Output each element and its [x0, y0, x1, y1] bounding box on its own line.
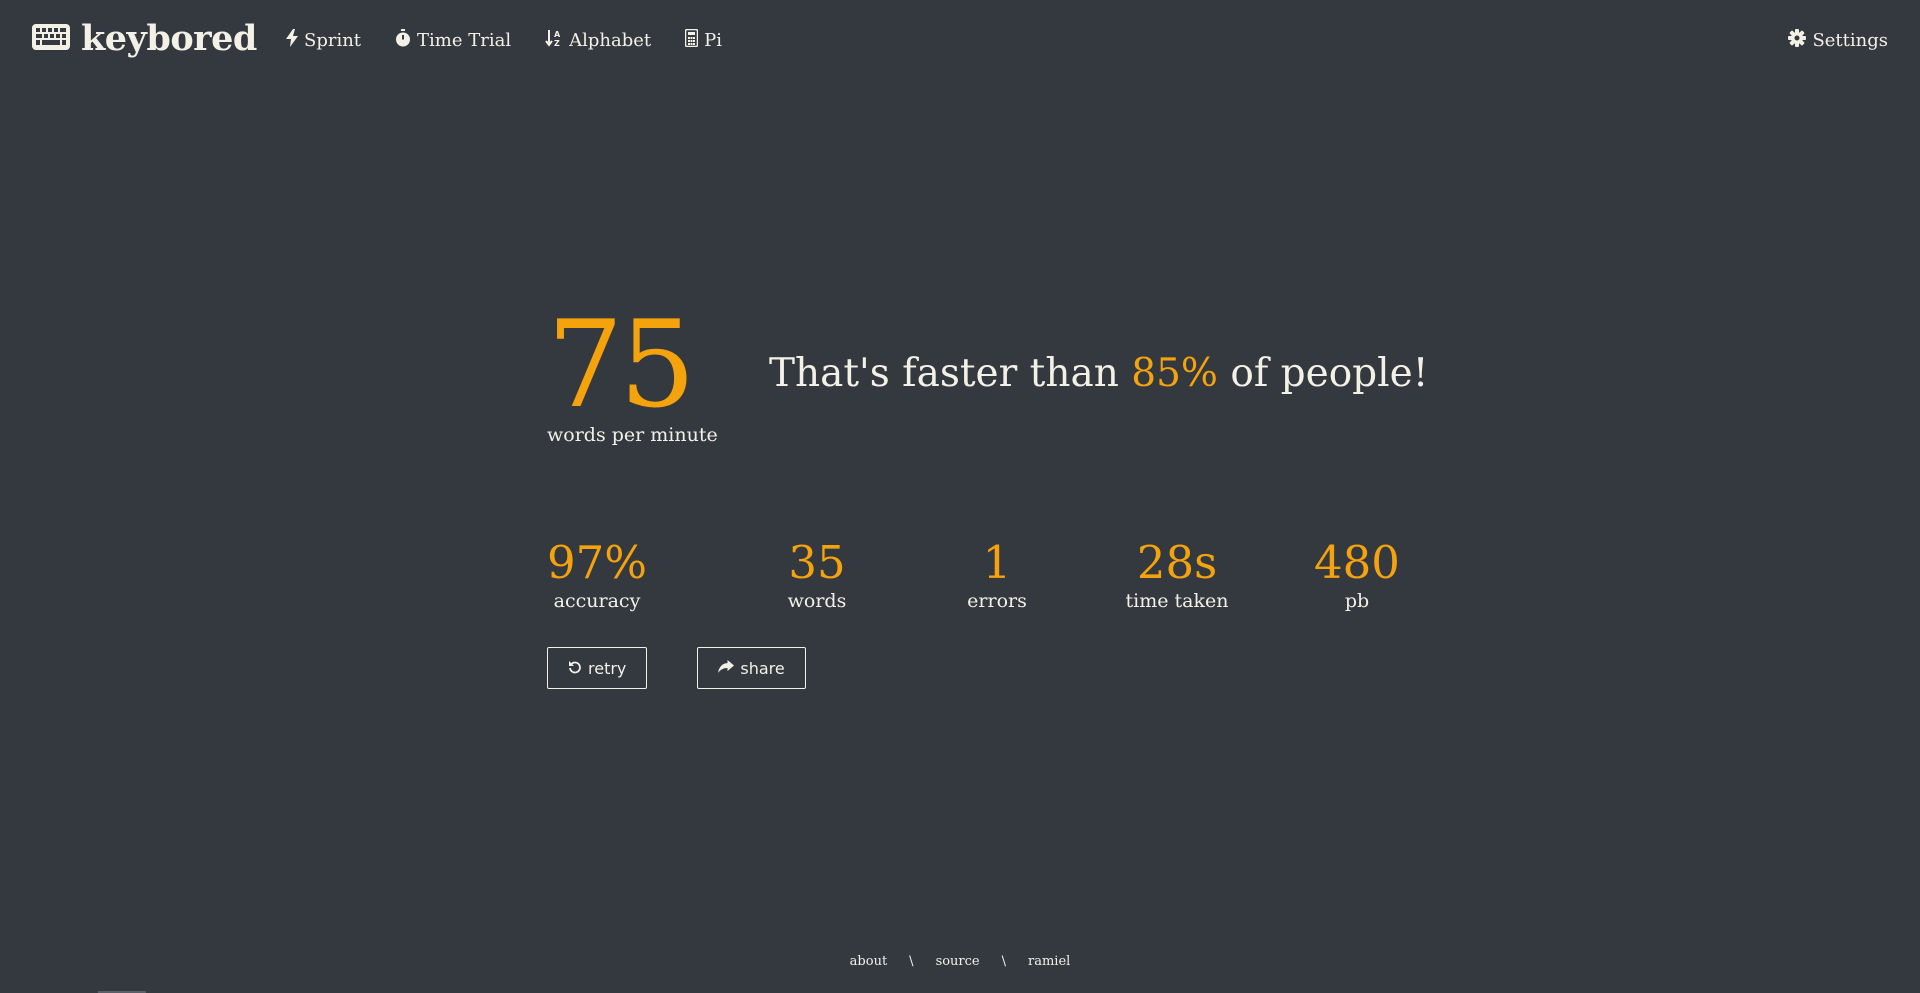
footer-link-about[interactable]: about: [850, 954, 888, 969]
stat-pb: 480 pb: [1267, 536, 1447, 612]
nav-item-label: Alphabet: [569, 30, 652, 51]
footer: about \ source \ ramiel: [0, 954, 1920, 969]
nav-item-label: Sprint: [304, 30, 362, 51]
bolt-icon: [286, 29, 298, 52]
wpm-block: 75 words per minute: [547, 296, 718, 447]
stat-label: pb: [1344, 590, 1370, 612]
footer-link-ramiel[interactable]: ramiel: [1028, 954, 1070, 969]
stat-accuracy: 97% accuracy: [547, 536, 647, 612]
percentile-message: That's faster than 85% of people!: [769, 351, 1428, 396]
stat-errors: 1 errors: [907, 536, 1087, 612]
settings-label: Settings: [1812, 30, 1888, 51]
percentile-suffix: of people!: [1217, 351, 1429, 396]
stopwatch-icon: [395, 29, 411, 52]
share-button[interactable]: share: [697, 647, 806, 689]
top-navbar: keybored Sprint Time Trial A Z Alphabet …: [0, 0, 1920, 84]
stat-words: 35 words: [727, 536, 907, 612]
sort-alpha-icon: A Z: [545, 29, 563, 52]
calculator-icon: [684, 28, 699, 52]
nav-item-label: Pi: [704, 30, 722, 51]
stat-value: 28s: [1136, 536, 1218, 589]
retry-label: retry: [588, 658, 627, 678]
footer-link-source[interactable]: source: [936, 954, 980, 969]
share-arrow-icon: [718, 659, 735, 678]
nav-item-label: Time Trial: [417, 30, 512, 51]
nav-item-pi[interactable]: Pi: [684, 28, 722, 52]
footer-separator: \: [1001, 954, 1007, 969]
keyboard-icon: [31, 23, 71, 55]
result-actions: retry share: [547, 647, 806, 689]
share-label: share: [740, 658, 785, 678]
percentile-value: 85%: [1131, 351, 1218, 396]
stat-label: errors: [967, 590, 1027, 612]
brand-logo-link[interactable]: keybored: [31, 18, 257, 59]
retry-button[interactable]: retry: [547, 647, 648, 689]
mode-nav: Sprint Time Trial A Z Alphabet Pi: [286, 28, 722, 52]
stats-row: 97% accuracy 35 words 1 errors 28s time …: [547, 536, 1447, 612]
stat-value: 97%: [547, 536, 648, 589]
wpm-value: 75: [547, 296, 696, 435]
svg-text:A: A: [554, 30, 561, 39]
brand-name: keybored: [81, 18, 257, 59]
footer-separator: \: [909, 954, 914, 969]
wpm-label: words per minute: [547, 424, 718, 446]
stat-time-taken: 28s time taken: [1087, 536, 1267, 612]
gear-icon: [1788, 29, 1807, 52]
nav-item-alphabet[interactable]: A Z Alphabet: [545, 29, 651, 52]
stat-value: 35: [788, 536, 846, 589]
stat-label: accuracy: [553, 590, 641, 612]
stat-value: 1: [982, 536, 1012, 589]
stat-label: words: [787, 590, 847, 612]
nav-item-sprint[interactable]: Sprint: [286, 29, 361, 52]
svg-text:Z: Z: [554, 39, 560, 47]
undo-icon: [568, 659, 582, 678]
percentile-prefix: That's faster than: [769, 351, 1132, 396]
stat-value: 480: [1314, 536, 1400, 589]
stat-label: time taken: [1125, 590, 1229, 612]
settings-link[interactable]: Settings: [1788, 29, 1888, 52]
nav-item-time-trial[interactable]: Time Trial: [395, 29, 511, 52]
